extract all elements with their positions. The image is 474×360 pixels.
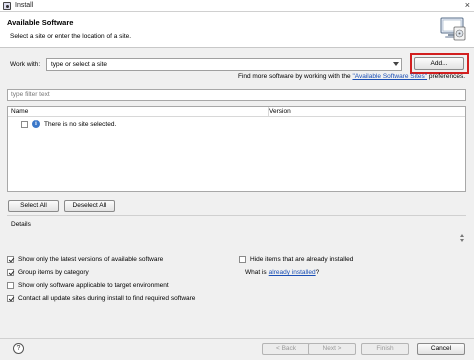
hint-prefix: Find more software by working with the (237, 73, 353, 80)
what-is-installed-line: What is already installed? (245, 269, 319, 276)
work-with-label: Work with: (10, 61, 41, 68)
hide-installed-checkbox[interactable] (239, 256, 246, 263)
details-label: Details (11, 221, 31, 228)
select-all-button[interactable]: Select All (8, 200, 59, 212)
cancel-button[interactable]: Cancel (417, 343, 465, 355)
column-header-version[interactable]: Version (269, 108, 291, 115)
back-button[interactable]: < Back (262, 343, 310, 355)
deselect-all-button[interactable]: Deselect All (64, 200, 115, 212)
available-sites-hint: Find more software by working with the "… (238, 73, 465, 80)
page-title: Available Software (7, 18, 74, 27)
work-with-combo[interactable]: type or select a site (46, 58, 402, 71)
group-by-category-checkbox[interactable] (7, 269, 14, 276)
details-area (7, 215, 466, 248)
latest-versions-checkbox[interactable] (7, 256, 14, 263)
table-row[interactable]: i There is no site selected. (21, 119, 116, 129)
finish-button[interactable]: Finish (361, 343, 409, 355)
window-title: Install (15, 2, 34, 9)
work-with-value: type or select a site (51, 61, 107, 68)
column-header-name[interactable]: Name (11, 108, 28, 115)
add-button[interactable]: Add... (414, 57, 464, 70)
already-installed-link[interactable]: already installed (269, 269, 316, 276)
info-icon: i (32, 120, 40, 128)
page-subtitle: Select a site or enter the location of a… (10, 33, 132, 40)
option-target-environment[interactable]: Show only software applicable to target … (7, 282, 169, 289)
option-group-by-category[interactable]: Group items by category (7, 269, 89, 276)
what-is-prefix: What is (245, 269, 267, 276)
target-environment-label: Show only software applicable to target … (18, 282, 169, 289)
table-header: Name Version (8, 107, 465, 117)
option-hide-installed[interactable]: Hide items that are already installed (239, 256, 353, 263)
close-icon[interactable]: × (465, 0, 470, 10)
filter-input[interactable]: type filter text (7, 89, 466, 101)
software-table[interactable]: Name Version i There is no site selected… (7, 106, 466, 192)
scroll-down-icon[interactable] (460, 239, 464, 242)
option-contact-sites[interactable]: Contact all update sites during install … (7, 295, 195, 302)
install-software-icon (440, 17, 466, 41)
option-latest-versions[interactable]: Show only the latest versions of availab… (7, 256, 163, 263)
hide-installed-label: Hide items that are already installed (250, 256, 354, 263)
chevron-down-icon[interactable] (393, 62, 399, 66)
footer-divider (0, 338, 474, 339)
group-by-category-label: Group items by category (18, 269, 89, 276)
app-icon (3, 1, 11, 10)
contact-sites-label: Contact all update sites during install … (18, 295, 196, 302)
contact-sites-checkbox[interactable] (7, 295, 14, 302)
help-icon[interactable]: ? (13, 343, 24, 354)
window-titlebar: Install × (0, 0, 474, 12)
row-checkbox[interactable] (21, 120, 28, 128)
next-button[interactable]: Next > (308, 343, 356, 355)
latest-versions-label: Show only the latest versions of availab… (18, 256, 164, 263)
no-site-message: There is no site selected. (44, 120, 117, 128)
available-software-sites-link[interactable]: "Available Software Sites" (352, 73, 427, 80)
scroll-up-icon[interactable] (460, 234, 464, 237)
target-environment-checkbox[interactable] (7, 282, 14, 289)
filter-placeholder: type filter text (11, 91, 50, 98)
what-is-suffix: ? (315, 269, 320, 276)
wizard-header: Available Software Select a site or ente… (0, 12, 474, 48)
hint-suffix: preferences. (427, 73, 465, 80)
